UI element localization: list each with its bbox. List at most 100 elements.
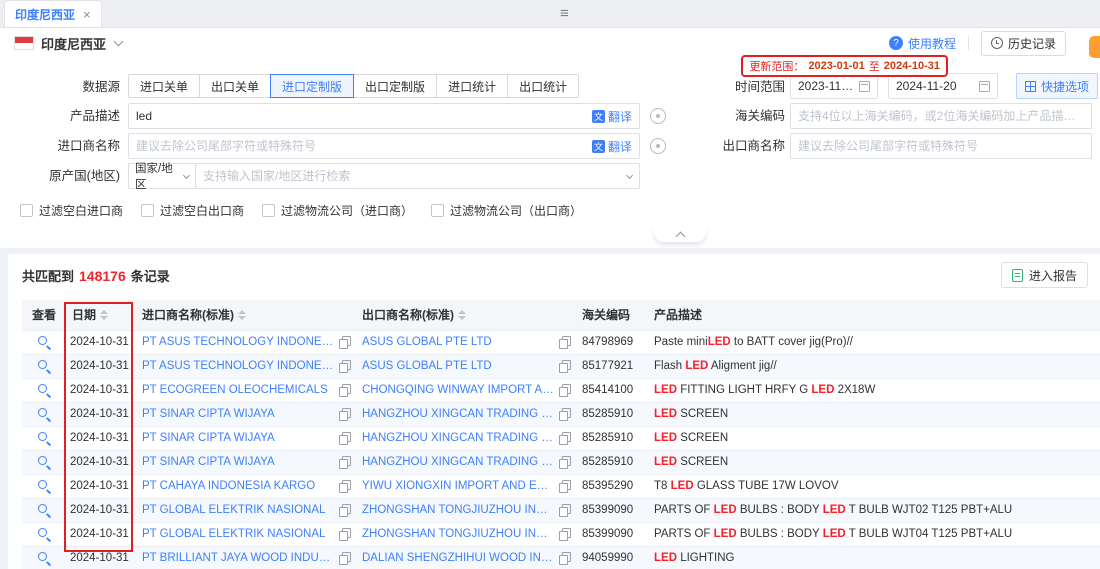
enter-report-button[interactable]: 进入报告 <box>1001 262 1088 288</box>
collapse-panel-handle[interactable] <box>654 227 706 242</box>
importer-field[interactable]: 文 翻译 <box>128 133 640 159</box>
copy-icon[interactable] <box>339 528 350 540</box>
checkbox-icon[interactable] <box>141 204 154 217</box>
copy-icon[interactable] <box>339 480 350 492</box>
origin-search-input[interactable] <box>203 169 623 183</box>
view-magnifier-icon[interactable] <box>37 335 51 349</box>
circle-option-icon[interactable] <box>650 138 666 154</box>
exporter-input[interactable] <box>798 139 1084 153</box>
checkbox-icon[interactable] <box>262 204 275 217</box>
sort-icon[interactable] <box>238 310 246 320</box>
importer-link[interactable]: PT ECOGREEN OLEOCHEMICALS <box>142 384 328 396</box>
data-source-tab-0[interactable]: 进口关单 <box>128 74 200 98</box>
view-magnifier-icon[interactable] <box>37 431 51 445</box>
sort-icon[interactable] <box>458 310 466 320</box>
table-row[interactable]: 2024-10-31 PT ECOGREEN OLEOCHEMICALS CHO… <box>22 378 1100 402</box>
exporter-link[interactable]: DALIAN SHENGZHIHUI WOOD INDUST... <box>362 552 554 564</box>
product-desc-field[interactable]: 文 翻译 <box>128 103 640 129</box>
copy-icon[interactable] <box>339 504 350 516</box>
product-desc-input[interactable] <box>136 109 588 123</box>
exporter-link[interactable]: YIWU XIONGXIN IMPORT AND EXPORT... <box>362 480 554 492</box>
importer-link[interactable]: PT ASUS TECHNOLOGY INDONESIA BA... <box>142 360 334 372</box>
view-magnifier-icon[interactable] <box>37 479 51 493</box>
copy-icon[interactable] <box>559 552 570 564</box>
table-row[interactable]: 2024-10-31 PT CAHAYA INDONESIA KARGO YIW… <box>22 474 1100 498</box>
importer-link[interactable]: PT BRILLIANT JAYA WOOD INDUSTRY <box>142 552 334 564</box>
view-magnifier-icon[interactable] <box>37 455 51 469</box>
importer-link[interactable]: PT SINAR CIPTA WIJAYA <box>142 456 275 468</box>
importer-link[interactable]: PT SINAR CIPTA WIJAYA <box>142 432 275 444</box>
copy-icon[interactable] <box>339 360 350 372</box>
translate-button[interactable]: 文 翻译 <box>592 108 632 125</box>
copy-icon[interactable] <box>559 528 570 540</box>
copy-icon[interactable] <box>559 384 570 396</box>
copy-icon[interactable] <box>559 456 570 468</box>
origin-search-field[interactable] <box>195 163 640 189</box>
table-row[interactable]: 2024-10-31 PT SINAR CIPTA WIJAYA HANGZHO… <box>22 426 1100 450</box>
importer-link[interactable]: PT SINAR CIPTA WIJAYA <box>142 408 275 420</box>
filter-checkbox-2[interactable]: 过滤物流公司（进口商） <box>262 202 413 219</box>
date-start-input[interactable] <box>798 79 855 93</box>
table-row[interactable]: 2024-10-31 PT GLOBAL ELEKTRIK NASIONAL Z… <box>22 522 1100 546</box>
copy-icon[interactable] <box>559 432 570 444</box>
importer-link[interactable]: PT CAHAYA INDONESIA KARGO <box>142 480 315 492</box>
copy-icon[interactable] <box>559 480 570 492</box>
importer-link[interactable]: PT GLOBAL ELEKTRIK NASIONAL <box>142 528 325 540</box>
view-magnifier-icon[interactable] <box>37 359 51 373</box>
menu-icon[interactable]: ≡ <box>560 5 569 22</box>
close-icon[interactable]: × <box>83 8 91 21</box>
table-row[interactable]: 2024-10-31 PT BRILLIANT JAYA WOOD INDUST… <box>22 546 1100 569</box>
quick-options-button[interactable]: 快捷选项 <box>1016 73 1098 99</box>
table-row[interactable]: 2024-10-31 PT GLOBAL ELEKTRIK NASIONAL Z… <box>22 498 1100 522</box>
data-source-tab-4[interactable]: 进口统计 <box>436 74 508 98</box>
copy-icon[interactable] <box>339 432 350 444</box>
importer-link[interactable]: PT GLOBAL ELEKTRIK NASIONAL <box>142 504 325 516</box>
column-header-2[interactable]: 进口商名称(标准) <box>136 300 356 330</box>
tab-indonesia[interactable]: 印度尼西亚 × <box>4 0 102 27</box>
floating-orange-widget[interactable] <box>1089 36 1100 58</box>
copy-icon[interactable] <box>559 360 570 372</box>
copy-icon[interactable] <box>339 384 350 396</box>
table-row[interactable]: 2024-10-31 PT ASUS TECHNOLOGY INDONESIA … <box>22 330 1100 354</box>
view-magnifier-icon[interactable] <box>37 383 51 397</box>
copy-icon[interactable] <box>339 456 350 468</box>
filter-checkbox-0[interactable]: 过滤空白进口商 <box>20 202 123 219</box>
view-magnifier-icon[interactable] <box>37 551 51 565</box>
data-source-tab-2[interactable]: 进口定制版 <box>270 74 354 98</box>
checkbox-icon[interactable] <box>431 204 444 217</box>
tutorial-link[interactable]: ? 使用教程 <box>889 35 956 52</box>
data-source-tab-1[interactable]: 出口关单 <box>199 74 271 98</box>
exporter-link[interactable]: ZHONGSHAN TONGJIUZHOU INTERNA... <box>362 528 554 540</box>
circle-option-icon[interactable] <box>650 108 666 124</box>
table-row[interactable]: 2024-10-31 PT SINAR CIPTA WIJAYA HANGZHO… <box>22 450 1100 474</box>
hs-code-input[interactable] <box>798 109 1084 123</box>
exporter-link[interactable]: HANGZHOU XINGCAN TRADING CO LTD <box>362 408 554 420</box>
checkbox-icon[interactable] <box>20 204 33 217</box>
view-magnifier-icon[interactable] <box>37 527 51 541</box>
exporter-link[interactable]: CHONGQING WINWAY IMPORT AND E... <box>362 384 554 396</box>
importer-link[interactable]: PT ASUS TECHNOLOGY INDONESIA BA... <box>142 336 334 348</box>
sort-icon[interactable] <box>100 310 108 320</box>
filter-checkbox-1[interactable]: 过滤空白出口商 <box>141 202 244 219</box>
view-magnifier-icon[interactable] <box>37 407 51 421</box>
copy-icon[interactable] <box>339 336 350 348</box>
column-header-1[interactable]: 日期 <box>66 300 136 330</box>
date-end-input[interactable] <box>896 79 975 93</box>
hs-code-field[interactable] <box>790 103 1092 129</box>
translate-button[interactable]: 文 翻译 <box>592 138 632 155</box>
view-magnifier-icon[interactable] <box>37 503 51 517</box>
history-button[interactable]: 历史记录 <box>981 31 1066 56</box>
copy-icon[interactable] <box>559 408 570 420</box>
table-row[interactable]: 2024-10-31 PT ASUS TECHNOLOGY INDONESIA … <box>22 354 1100 378</box>
filter-checkbox-3[interactable]: 过滤物流公司（出口商） <box>431 202 582 219</box>
exporter-link[interactable]: ZHONGSHAN TONGJIUZHOU INTERNA... <box>362 504 554 516</box>
chevron-down-icon[interactable] <box>114 36 124 46</box>
data-source-tab-3[interactable]: 出口定制版 <box>353 74 437 98</box>
copy-icon[interactable] <box>339 408 350 420</box>
copy-icon[interactable] <box>559 336 570 348</box>
exporter-link[interactable]: ASUS GLOBAL PTE LTD <box>362 336 492 348</box>
exporter-link[interactable]: ASUS GLOBAL PTE LTD <box>362 360 492 372</box>
exporter-field[interactable] <box>790 133 1092 159</box>
importer-input[interactable] <box>136 139 588 153</box>
copy-icon[interactable] <box>339 552 350 564</box>
